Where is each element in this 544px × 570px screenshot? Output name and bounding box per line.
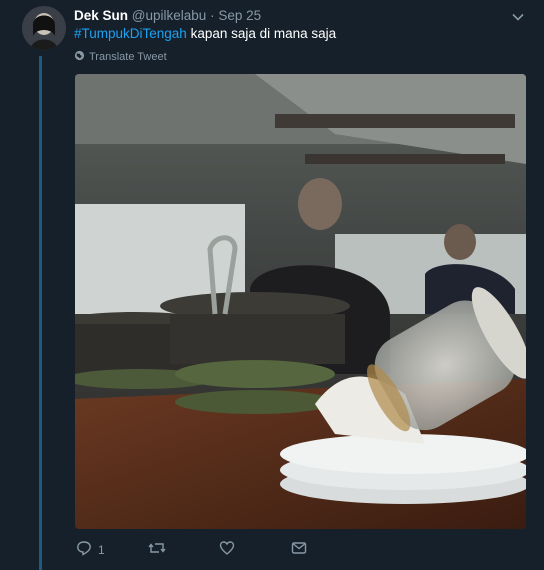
dm-icon [291,540,307,559]
tweet-body: kapan saja di mana saja [186,26,337,41]
hashtag-link[interactable]: #TumpukDiTengah [74,26,187,41]
user-handle[interactable]: @upilkelabu [132,8,207,23]
thread-line [39,56,42,570]
tweet-header: Dek Sun @upilkelabu · Sep 25 [74,7,261,24]
translate-label: Translate Tweet [89,51,167,63]
reply-icon [76,540,92,559]
tweet-photo[interactable] [75,74,526,529]
reply-button[interactable]: 1 [76,540,105,559]
avatar[interactable] [22,6,66,50]
like-button[interactable] [219,540,241,559]
tweet-text: #TumpukDiTengah kapan saja di mana saja [74,25,336,42]
like-icon [219,540,235,559]
reply-count: 1 [98,542,105,557]
tweet-date[interactable]: Sep 25 [218,8,261,23]
direct-message-button[interactable] [291,540,307,559]
chevron-down-icon[interactable] [511,10,525,24]
separator-dot: · [210,8,215,23]
translate-tweet-link[interactable]: Translate Tweet [74,50,167,64]
retweet-icon [148,540,166,559]
restaurant-photo [75,74,526,529]
tweet-actions: 1 [74,540,344,562]
retweet-button[interactable] [148,540,172,559]
globe-icon [74,50,85,64]
avatar-image [22,6,66,50]
display-name[interactable]: Dek Sun [74,8,128,23]
